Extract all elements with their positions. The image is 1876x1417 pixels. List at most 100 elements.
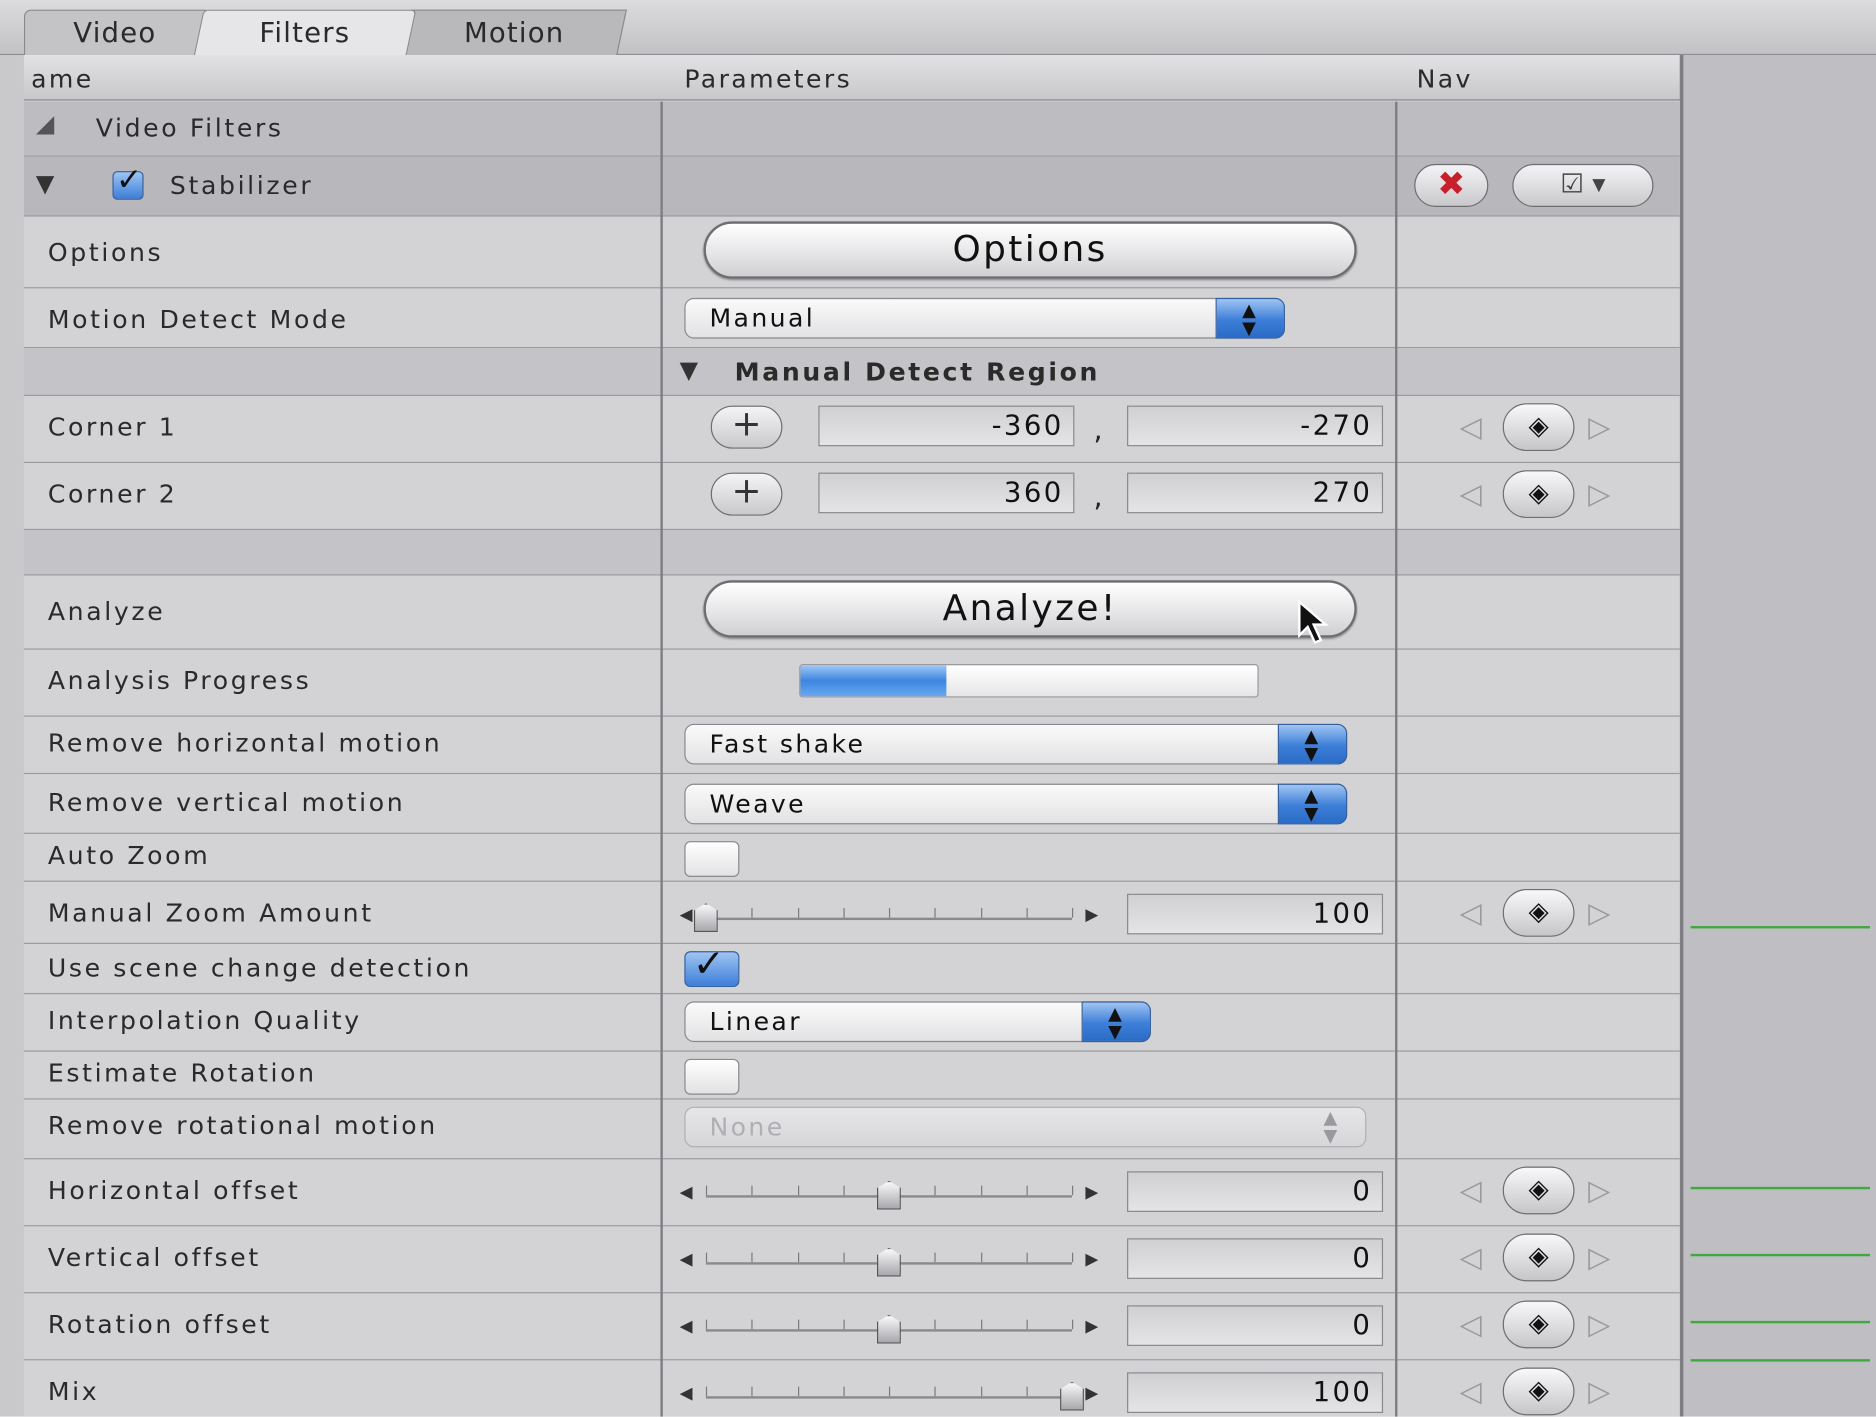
previous-keyframe-icon[interactable]: ◁ <box>1460 896 1482 930</box>
slider-right-arrow-icon[interactable]: ▶ <box>1085 1317 1098 1336</box>
previous-keyframe-icon[interactable]: ◁ <box>1460 1375 1482 1409</box>
column-nav-header[interactable]: Nav <box>1417 55 1473 100</box>
corner2-y-field[interactable]: 270 <box>1127 472 1384 514</box>
point-control-button[interactable]: + <box>710 405 783 449</box>
add-keyframe-button[interactable]: ◈ <box>1502 1367 1575 1416</box>
slider-right-arrow-icon[interactable]: ▶ <box>1085 1183 1098 1202</box>
checkmark-icon: ✓ <box>116 162 143 199</box>
column-divider[interactable] <box>1395 101 1398 1417</box>
slider-left-arrow-icon[interactable]: ◀ <box>680 1384 693 1403</box>
rotation-offset-field[interactable]: 0 <box>1127 1305 1384 1346</box>
slider-tick <box>751 908 753 918</box>
column-divider[interactable] <box>660 101 663 1417</box>
previous-keyframe-icon[interactable]: ◁ <box>1460 410 1482 444</box>
disclosure-triangle-icon[interactable]: ▼ <box>680 355 698 384</box>
filter-menu-button[interactable]: ☑ ▾ <box>1512 163 1654 207</box>
next-keyframe-icon[interactable]: ▷ <box>1588 477 1610 511</box>
slider-tick <box>843 908 845 918</box>
filter-row-stabilizer[interactable]: ▼ ✓ Stabilizer ✖ ☑ ▾ <box>23 156 1680 217</box>
slider-thumb[interactable] <box>693 903 718 933</box>
corner1-x-field[interactable]: -360 <box>818 405 1075 447</box>
previous-keyframe-icon[interactable]: ◁ <box>1460 477 1482 511</box>
tab-motion[interactable]: Motion <box>401 9 627 56</box>
add-keyframe-button[interactable]: ◈ <box>1502 403 1575 452</box>
estimate-rotation-checkbox[interactable] <box>684 1058 740 1095</box>
motion-detect-mode-popup[interactable]: Manual ▲ ▼ <box>684 297 1285 339</box>
slider-right-arrow-icon[interactable]: ▶ <box>1085 1384 1098 1403</box>
slider-track[interactable] <box>705 1396 1073 1399</box>
horizontal-offset-field[interactable]: 0 <box>1127 1171 1384 1212</box>
auto-zoom-checkbox[interactable] <box>684 841 740 877</box>
rotation-offset-slider[interactable]: ◀ ▶ <box>680 1305 1098 1344</box>
remove-rotational-motion-popup[interactable]: None ▲ ▼ <box>684 1106 1367 1148</box>
slider-right-arrow-icon[interactable]: ▶ <box>1085 906 1098 925</box>
next-keyframe-icon[interactable]: ▷ <box>1588 1375 1610 1409</box>
param-label: Analysis Progress <box>47 666 312 696</box>
progress-fill <box>800 665 947 697</box>
interpolation-quality-popup[interactable]: Linear ▲ ▼ <box>684 1001 1151 1043</box>
param-label: Options <box>47 238 164 267</box>
slider-tick <box>751 1319 753 1330</box>
previous-keyframe-icon[interactable]: ◁ <box>1460 1174 1482 1208</box>
slider-thumb[interactable] <box>876 1180 901 1210</box>
slider-left-arrow-icon[interactable]: ◀ <box>680 906 693 925</box>
slider-left-arrow-icon[interactable]: ◀ <box>680 1250 693 1269</box>
keyframe-nav: ◁ ◈ ▷ <box>1460 1166 1639 1215</box>
add-keyframe-button[interactable]: ◈ <box>1502 470 1575 519</box>
slider-track[interactable] <box>705 917 1073 921</box>
filters-window: Video Motion Filters ame Parameters Nav … <box>0 0 1876 1417</box>
scene-change-checkbox[interactable]: ✓ <box>684 940 740 988</box>
add-keyframe-button[interactable]: ◈ <box>1502 1233 1575 1282</box>
analyze-button[interactable]: Analyze! <box>703 580 1357 638</box>
slider-thumb[interactable] <box>876 1314 901 1344</box>
previous-keyframe-icon[interactable]: ◁ <box>1460 1241 1482 1275</box>
disclosure-triangle-icon[interactable]: ◢ <box>36 109 54 138</box>
options-button[interactable]: Options <box>703 221 1357 279</box>
corner2-x-field[interactable]: 360 <box>818 472 1075 514</box>
remove-filter-button[interactable]: ✖ <box>1414 163 1489 207</box>
slider-thumb[interactable] <box>1060 1381 1084 1411</box>
param-row-analyze: Analyze Analyze! <box>23 575 1680 650</box>
subgroup-row-manual-detect-region[interactable]: ▼ Manual Detect Region <box>23 348 1680 397</box>
vertical-offset-field[interactable]: 0 <box>1127 1238 1384 1279</box>
slider-tick <box>797 1185 799 1196</box>
slider-thumb[interactable] <box>876 1247 901 1277</box>
keyframe-timeline-strip[interactable] <box>1679 55 1876 1417</box>
corner1-y-field[interactable]: -270 <box>1127 405 1384 447</box>
horizontal-offset-slider[interactable]: ◀ ▶ <box>680 1171 1098 1210</box>
filter-enable-checkbox[interactable]: ✓ <box>112 163 144 200</box>
group-row-video-filters[interactable]: ◢ Video Filters <box>23 101 1680 157</box>
remove-horizontal-motion-popup[interactable]: Fast shake ▲ ▼ <box>684 723 1348 765</box>
slider-tick <box>705 1252 708 1263</box>
param-label: Mix <box>47 1377 100 1406</box>
close-icon: ✖ <box>1437 163 1466 204</box>
vertical-offset-slider[interactable]: ◀ ▶ <box>680 1238 1098 1277</box>
next-keyframe-icon[interactable]: ▷ <box>1588 896 1610 930</box>
next-keyframe-icon[interactable]: ▷ <box>1588 410 1610 444</box>
slider-left-arrow-icon[interactable]: ◀ <box>680 1317 693 1336</box>
tab-video[interactable]: Video <box>23 9 206 56</box>
slider-left-arrow-icon[interactable]: ◀ <box>680 1183 693 1202</box>
add-keyframe-button[interactable]: ◈ <box>1502 888 1575 937</box>
point-control-button[interactable]: + <box>710 470 783 516</box>
disclosure-triangle-icon[interactable]: ▼ <box>36 169 54 198</box>
remove-vertical-motion-popup[interactable]: Weave ▲ ▼ <box>684 783 1348 825</box>
column-parameters-header[interactable]: Parameters <box>684 55 852 100</box>
param-row-interpolation-quality: Interpolation Quality Linear ▲ ▼ <box>23 994 1680 1052</box>
mix-field[interactable]: 100 <box>1127 1372 1384 1413</box>
next-keyframe-icon[interactable]: ▷ <box>1588 1174 1610 1208</box>
manual-zoom-field[interactable]: 100 <box>1127 893 1384 935</box>
crosshair-plus-icon: + <box>731 470 762 513</box>
next-keyframe-icon[interactable]: ▷ <box>1588 1308 1610 1342</box>
previous-keyframe-icon[interactable]: ◁ <box>1460 1308 1482 1342</box>
column-name-header[interactable]: ame <box>31 55 94 100</box>
add-keyframe-button[interactable]: ◈ <box>1502 1166 1575 1215</box>
mix-slider[interactable]: ◀ ▶ <box>680 1372 1098 1411</box>
slider-right-arrow-icon[interactable]: ▶ <box>1085 1250 1098 1269</box>
tab-filters[interactable]: Filters <box>193 9 417 56</box>
diamond-icon: ◈ <box>1528 1241 1549 1272</box>
popup-arrows-icon: ▲ ▼ <box>1323 1106 1340 1147</box>
next-keyframe-icon[interactable]: ▷ <box>1588 1241 1610 1275</box>
add-keyframe-button[interactable]: ◈ <box>1502 1300 1575 1349</box>
manual-zoom-slider[interactable]: ◀ ▶ <box>680 894 1098 933</box>
